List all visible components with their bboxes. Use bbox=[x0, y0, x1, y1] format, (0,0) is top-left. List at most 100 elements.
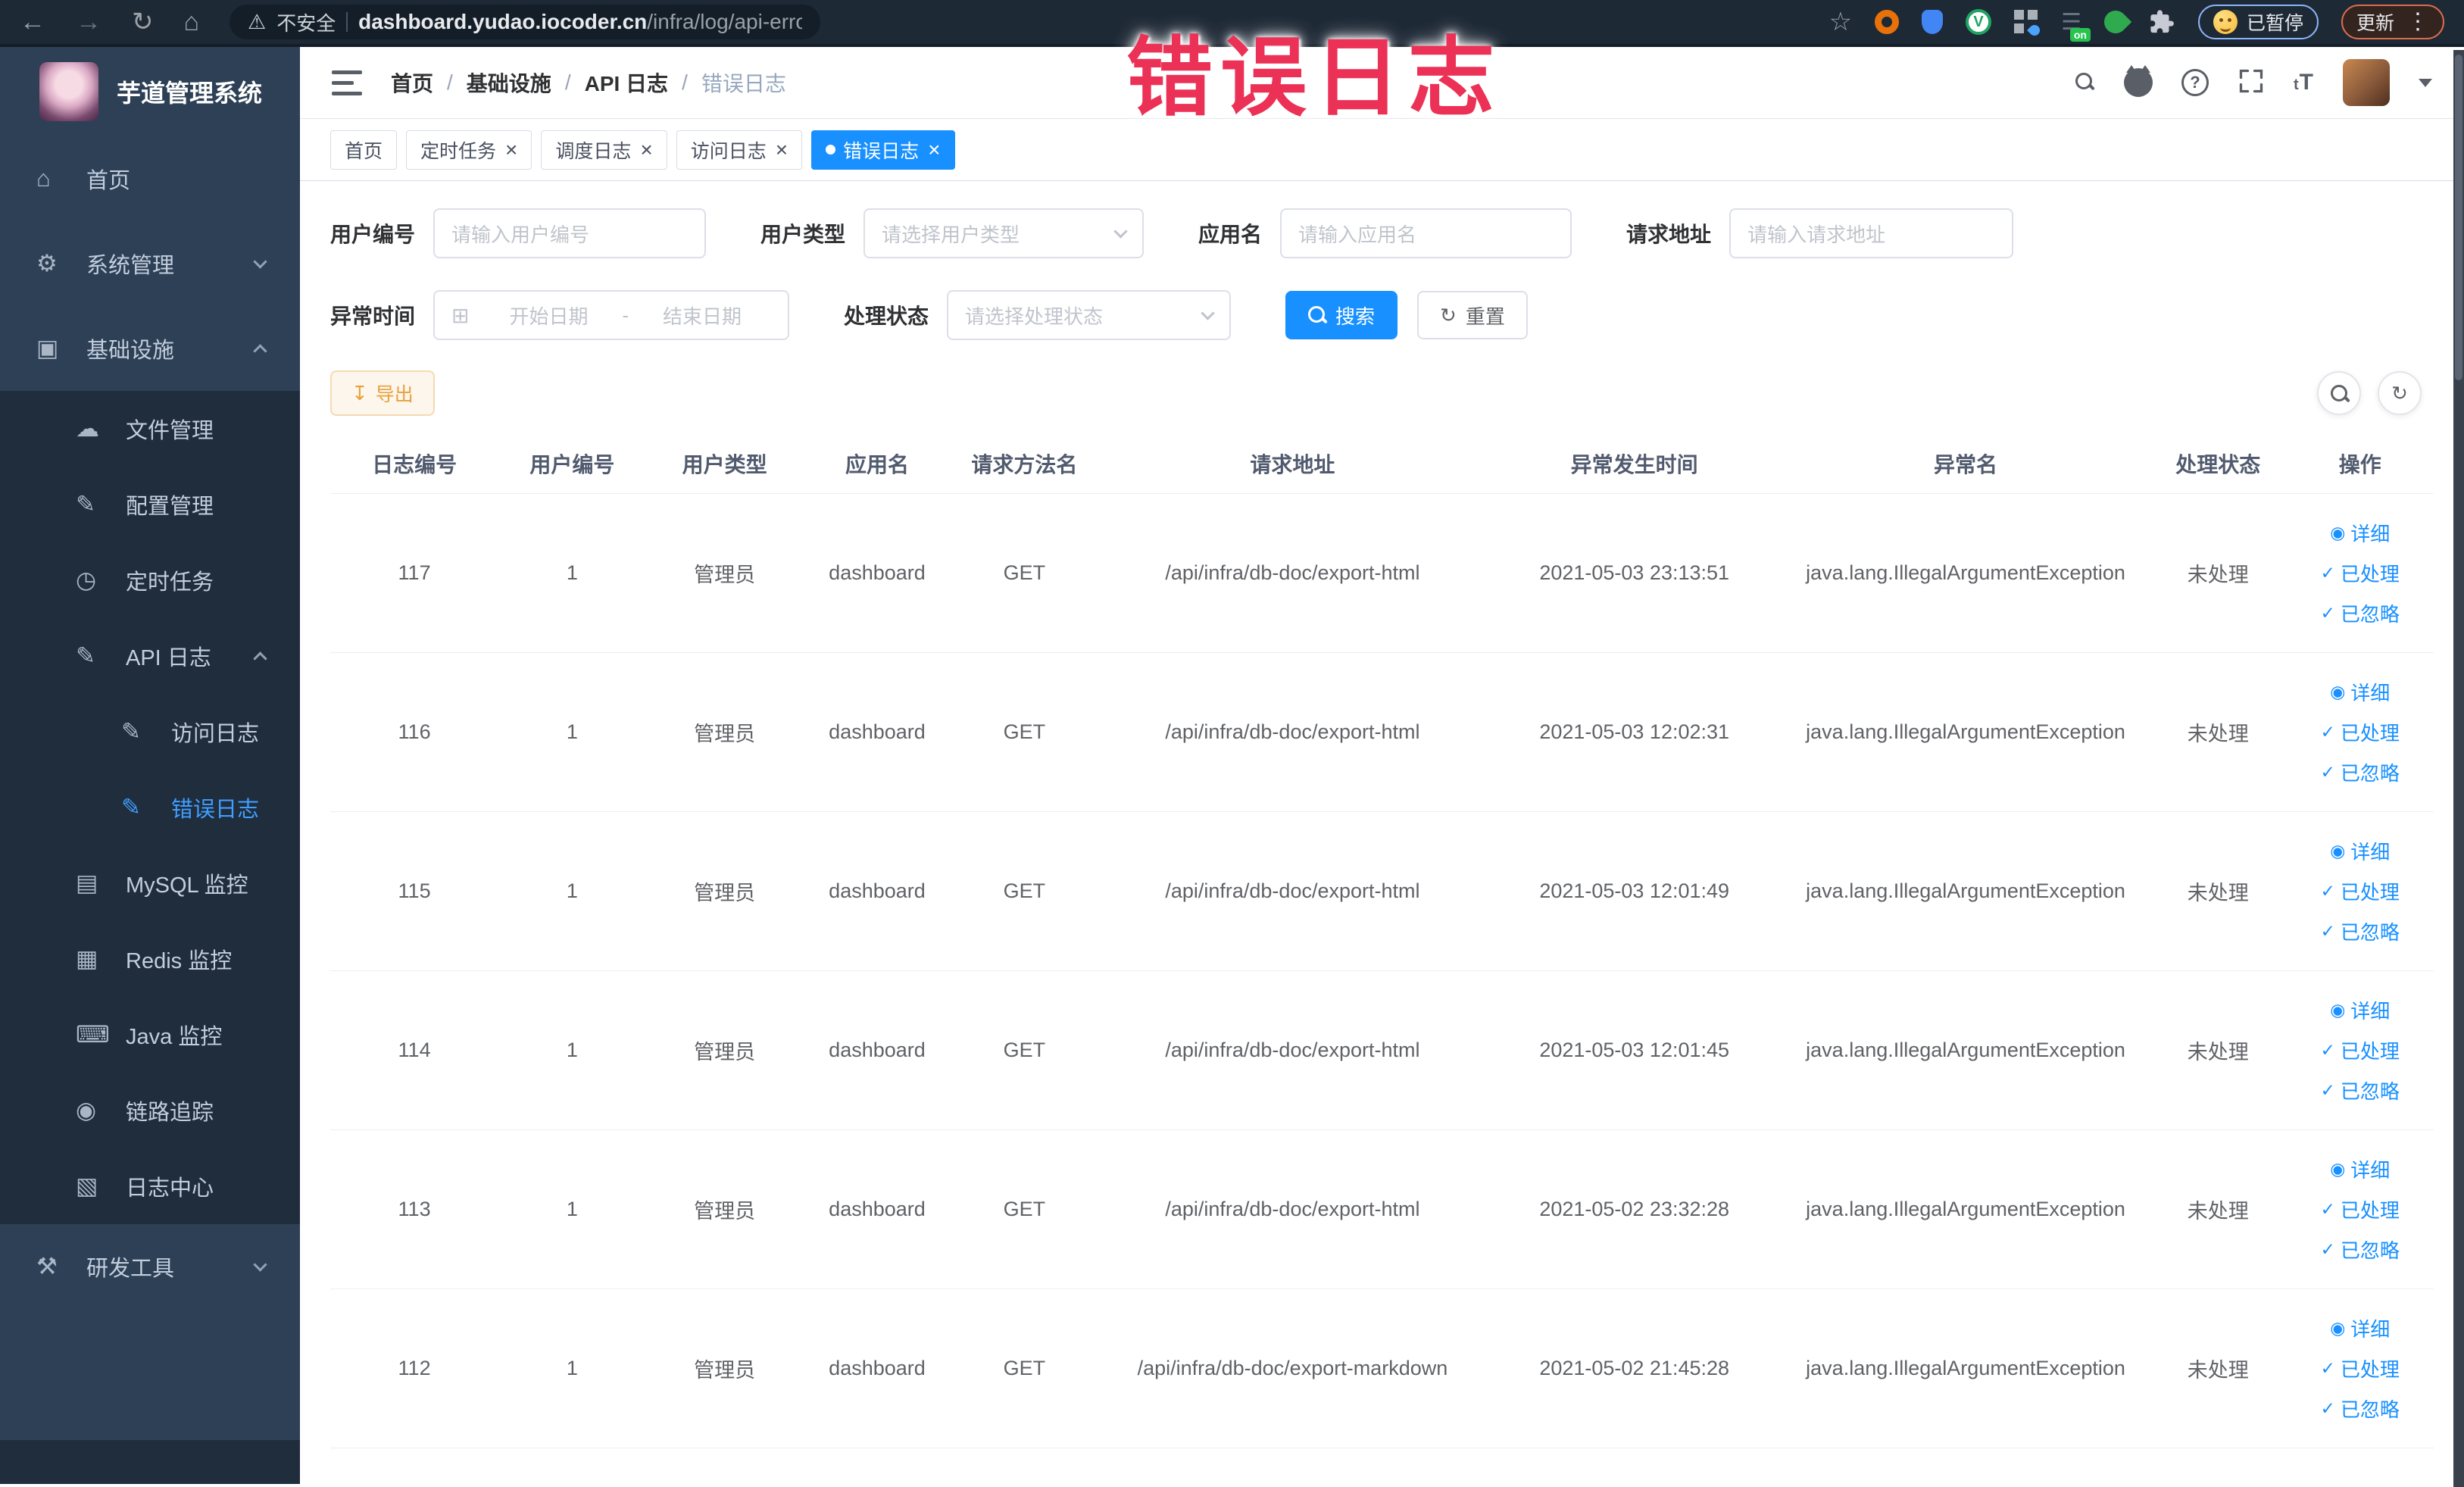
action-已处理[interactable]: ✓ 已处理 bbox=[2321, 1354, 2400, 1382]
blue-shield-extension-icon[interactable] bbox=[1922, 10, 1944, 34]
profile-paused-badge[interactable]: 已暂停 bbox=[2197, 5, 2319, 39]
action-已处理[interactable]: ✓ 已处理 bbox=[2321, 718, 2400, 746]
filter-request-url: 请求地址 请输入请求地址 bbox=[1626, 208, 2014, 258]
cell-app_name: dashboard bbox=[803, 811, 951, 971]
app-name-input[interactable]: 请输入应用名 bbox=[1280, 208, 1572, 258]
eye-icon: ◉ bbox=[76, 1097, 97, 1123]
tab-错误日志[interactable]: 错误日志 × bbox=[811, 130, 955, 170]
chevron-up-icon bbox=[253, 649, 267, 666]
action-已忽略[interactable]: ✓ 已忽略 bbox=[2321, 1236, 2400, 1264]
user-type-select[interactable]: 请选择用户类型 bbox=[863, 208, 1145, 258]
action-已忽略[interactable]: ✓ 已忽略 bbox=[2321, 1076, 2400, 1104]
action-详细[interactable]: ◉ 详细 bbox=[2330, 837, 2390, 865]
action-详细[interactable]: ◉ 详细 bbox=[2330, 996, 2390, 1024]
action-已处理[interactable]: ✓ 已处理 bbox=[2321, 877, 2400, 905]
tab-访问日志[interactable]: 访问日志 × bbox=[676, 130, 803, 170]
sidebar-item-access-log[interactable]: ✎ 访问日志 bbox=[0, 694, 300, 770]
sidebar-item-scheduled-task[interactable]: ◷ 定时任务 bbox=[0, 542, 300, 618]
sidebar-item-error-log[interactable]: ✎ 错误日志 bbox=[0, 770, 300, 845]
hamburger-icon[interactable] bbox=[332, 70, 362, 95]
action-详细[interactable]: ◉ 详细 bbox=[2330, 1155, 2390, 1183]
search-button[interactable]: 搜索 bbox=[1285, 291, 1398, 339]
help-icon[interactable] bbox=[2181, 69, 2209, 96]
sidebar-item-file-management[interactable]: ☁ 文件管理 bbox=[0, 391, 300, 467]
toggle-search-button[interactable] bbox=[2317, 371, 2361, 415]
refresh-button[interactable]: ↻ bbox=[2378, 371, 2422, 415]
browser-nav-buttons: ← → ↻ ⌂ bbox=[20, 9, 199, 35]
search-icon bbox=[2331, 385, 2347, 401]
forward-icon[interactable]: → bbox=[76, 9, 101, 35]
cell-status: 未处理 bbox=[2150, 652, 2287, 812]
address-bar[interactable]: ⚠ 不安全 dashboard.yudao.iocoder.cn/infra/l… bbox=[230, 5, 821, 39]
action-已忽略[interactable]: ✓ 已忽略 bbox=[2321, 599, 2400, 627]
tab-调度日志[interactable]: 调度日志 × bbox=[541, 130, 667, 170]
sidebar-item-redis-monitor[interactable]: ▦ Redis 监控 bbox=[0, 921, 300, 997]
sidebar-item-home[interactable]: ⌂ 首页 bbox=[0, 136, 300, 221]
orange-ring-extension-icon[interactable] bbox=[1875, 10, 1900, 34]
user-id-input[interactable]: 请输入用户编号 bbox=[433, 208, 707, 258]
tab-首页[interactable]: 首页 bbox=[330, 130, 398, 170]
caret-down-icon[interactable] bbox=[2419, 78, 2432, 87]
avatar[interactable] bbox=[2343, 59, 2390, 106]
sidebar-item-java-monitor[interactable]: ⌨ Java 监控 bbox=[0, 997, 300, 1073]
cell-status: 未处理 bbox=[2150, 811, 2287, 971]
scrollbar[interactable] bbox=[2453, 50, 2464, 1487]
process-status-select[interactable]: 请选择处理状态 bbox=[947, 290, 1232, 340]
sidebar-item-system-management[interactable]: ⚙ 系统管理 bbox=[0, 221, 300, 306]
close-icon[interactable]: × bbox=[928, 139, 940, 161]
close-icon[interactable]: × bbox=[776, 139, 788, 161]
action-详细[interactable]: ◉ 详细 bbox=[2330, 678, 2390, 706]
sidebar-item-dev-tools[interactable]: ⚒ 研发工具 bbox=[0, 1224, 300, 1309]
request-url-input[interactable]: 请输入请求地址 bbox=[1729, 208, 2014, 258]
grid-extension-icon[interactable] bbox=[2014, 10, 2042, 38]
cell-time: 2021-05-02 23:32:28 bbox=[1487, 1129, 1782, 1289]
sidebar-item-config-management[interactable]: ✎ 配置管理 bbox=[0, 467, 300, 542]
browser-menu-kebab-icon[interactable]: ⋮ bbox=[2406, 11, 2429, 33]
action-已处理[interactable]: ✓ 已处理 bbox=[2321, 1195, 2400, 1223]
reset-button[interactable]: ↻ 重置 bbox=[1417, 291, 1528, 339]
scrollbar-thumb[interactable] bbox=[2455, 55, 2462, 380]
export-button[interactable]: ↧ 导出 bbox=[330, 370, 435, 416]
sidebar-item-log-center[interactable]: ▧ 日志中心 bbox=[0, 1148, 300, 1224]
sidebar-item-link-trace[interactable]: ◉ 链路追踪 bbox=[0, 1073, 300, 1148]
green-v-extension-icon[interactable]: V bbox=[1966, 9, 1992, 35]
action-已忽略[interactable]: ✓ 已忽略 bbox=[2321, 758, 2400, 786]
puzzle-extensions-icon[interactable] bbox=[2150, 9, 2175, 35]
action-已处理[interactable]: ✓ 已处理 bbox=[2321, 559, 2400, 587]
font-size-icon[interactable]: tT bbox=[2294, 70, 2314, 95]
check-icon: ✓ bbox=[2320, 761, 2335, 782]
action-已处理[interactable]: ✓ 已处理 bbox=[2321, 1036, 2400, 1064]
action-详细[interactable]: ◉ 详细 bbox=[2330, 519, 2390, 547]
github-icon[interactable] bbox=[2124, 65, 2153, 97]
reload-icon[interactable]: ↻ bbox=[132, 9, 154, 35]
close-icon[interactable]: × bbox=[640, 139, 652, 161]
search-icon[interactable] bbox=[2075, 73, 2095, 92]
breadcrumb-item[interactable]: API 日志 bbox=[585, 67, 668, 98]
cell-actions: ◉ 详细 ✓ 已处理 ✓ 已忽略 bbox=[2286, 970, 2434, 1130]
breadcrumb-separator: / bbox=[564, 70, 571, 94]
exception-time-range-picker[interactable]: ⊞ 开始日期 - 结束日期 bbox=[433, 290, 790, 340]
action-详细[interactable]: ◉ 详细 bbox=[2330, 1314, 2390, 1342]
sidebar-item-api-log[interactable]: ✎ API 日志 bbox=[0, 618, 300, 694]
back-icon[interactable]: ← bbox=[20, 9, 45, 35]
home-icon[interactable]: ⌂ bbox=[184, 9, 200, 35]
filter-exception-time-label: 异常时间 bbox=[330, 305, 416, 328]
fullscreen-icon[interactable] bbox=[2238, 67, 2265, 98]
edit-square-icon: ✎ bbox=[76, 491, 95, 517]
on-switch-extension-icon[interactable]: ☰ on bbox=[2061, 9, 2091, 42]
sidebar-item-infrastructure[interactable]: ▣ 基础设施 bbox=[0, 306, 300, 391]
close-icon[interactable]: × bbox=[505, 139, 517, 161]
action-已忽略[interactable]: ✓ 已忽略 bbox=[2321, 917, 2400, 945]
column-header-status: 处理状态 bbox=[2150, 434, 2287, 494]
breadcrumb-item[interactable]: 基础设施 bbox=[467, 67, 551, 98]
cell-actions: ◉ 详细 ✓ 已处理 ✓ 已忽略 bbox=[2286, 652, 2434, 812]
bookmark-star-icon[interactable]: ☆ bbox=[1829, 7, 1852, 37]
action-已忽略[interactable]: ✓ 已忽略 bbox=[2321, 1395, 2400, 1423]
tab-定时任务[interactable]: 定时任务 × bbox=[406, 130, 532, 170]
layers-icon: ▦ bbox=[76, 945, 98, 972]
green-sprout-extension-icon[interactable] bbox=[2099, 5, 2132, 39]
browser-update-button[interactable]: 更新 ⋮ bbox=[2341, 5, 2444, 39]
chevron-down-icon bbox=[1201, 305, 1215, 320]
sidebar-item-mysql-monitor[interactable]: ▤ MySQL 监控 bbox=[0, 845, 300, 921]
breadcrumb-item[interactable]: 首页 bbox=[391, 67, 433, 98]
